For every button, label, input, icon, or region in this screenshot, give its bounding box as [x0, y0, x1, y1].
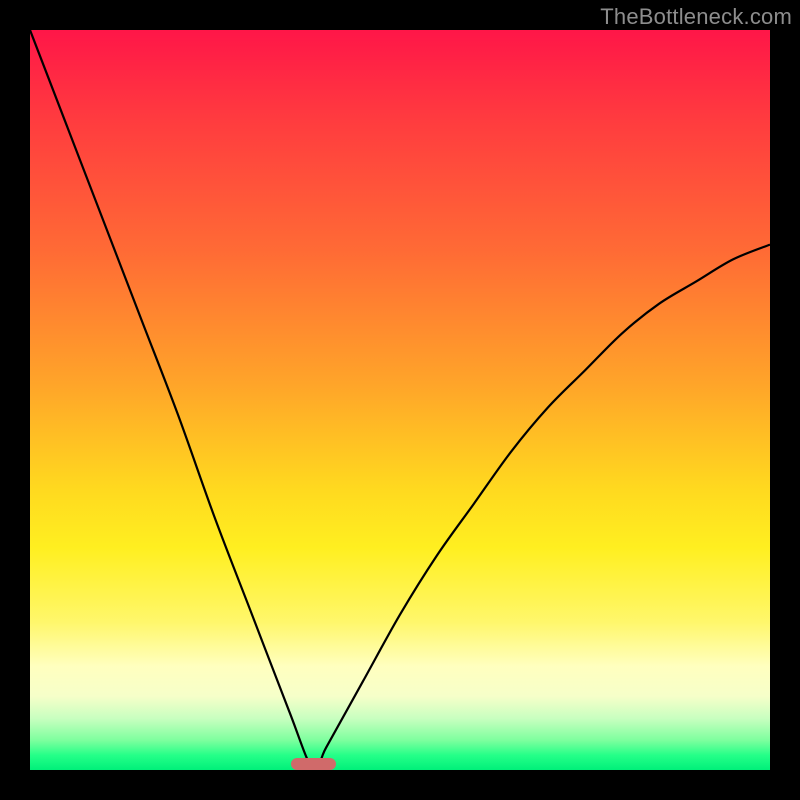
watermark-text: TheBottleneck.com	[600, 4, 792, 30]
curve-path	[30, 30, 770, 770]
plot-area	[30, 30, 770, 770]
chart-frame: TheBottleneck.com	[0, 0, 800, 800]
bottleneck-curve	[30, 30, 770, 770]
minimum-marker	[291, 758, 335, 770]
